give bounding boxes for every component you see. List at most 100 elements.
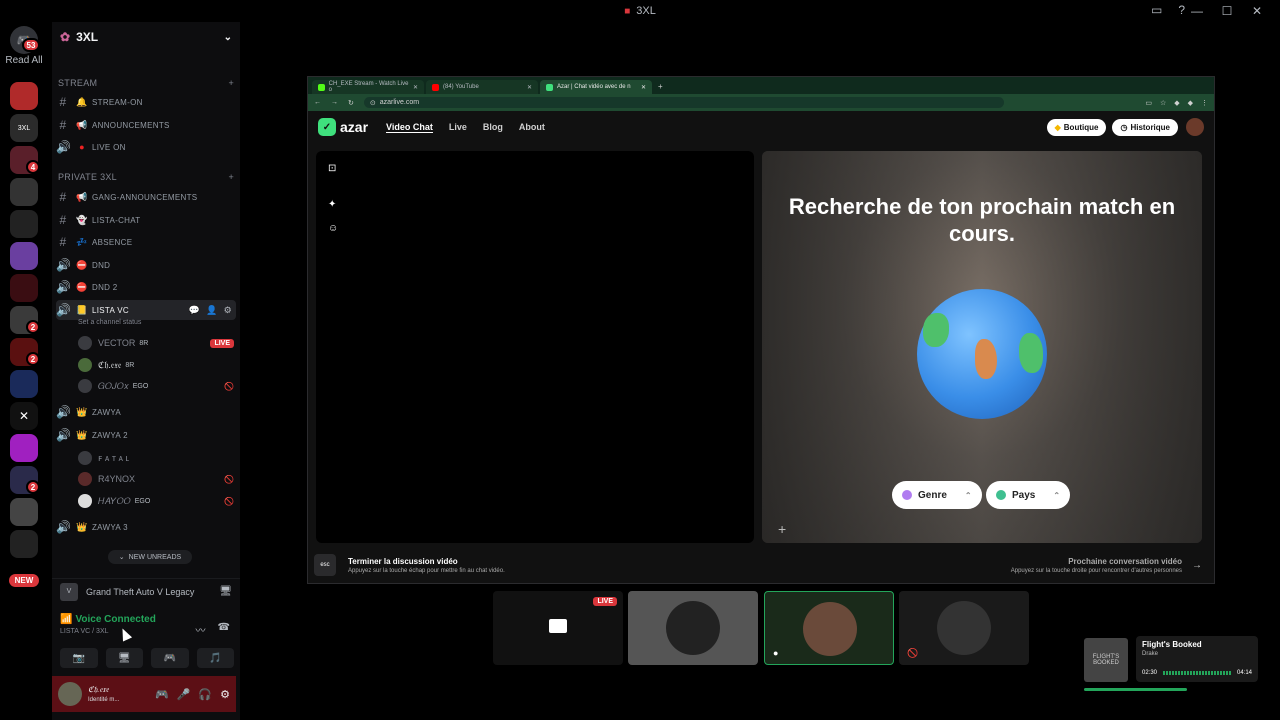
profile-avatar[interactable] (1186, 118, 1204, 136)
star-icon[interactable]: ☆ (1160, 99, 1166, 107)
server-icon[interactable] (10, 242, 38, 270)
server-icon[interactable] (10, 178, 38, 206)
server-icon[interactable] (10, 498, 38, 526)
nav-video-chat[interactable]: Video Chat (386, 122, 433, 133)
forward-icon[interactable]: → (331, 99, 338, 106)
avatar[interactable] (58, 682, 82, 706)
nav-blog[interactable]: Blog (483, 122, 503, 132)
add-icon[interactable]: + (778, 521, 786, 537)
close-icon[interactable]: ✕ (413, 84, 418, 91)
activity-icon[interactable]: 🎮 (151, 648, 189, 668)
historique-button[interactable]: ◷ Historique (1112, 118, 1178, 136)
server-icon[interactable]: ✕ (10, 402, 38, 430)
settings-gear-icon[interactable]: ⚙ (220, 688, 230, 701)
voice-user[interactable]: 𝐻𝐴𝑌𝑂𝑂 EGO 🚫 (78, 492, 234, 510)
close-icon[interactable]: ✕ (641, 84, 646, 91)
esc-key[interactable]: esc (314, 554, 336, 576)
channel-dnd[interactable]: 🔊 ⛔ DND (56, 255, 236, 275)
channel-announcements[interactable]: # 📢 ANNOUNCEMENTS (56, 115, 236, 135)
server-3xl[interactable]: 3XL (10, 114, 38, 142)
chat-icon[interactable]: 💬 (189, 305, 201, 316)
cast-icon[interactable]: ▭ (1145, 99, 1152, 107)
participant-tile[interactable] (628, 591, 758, 665)
mic-icon[interactable]: 🎤 (177, 688, 191, 701)
browser-tab-active[interactable]: Azar | Chat vidéo avec de n ✕ (540, 80, 652, 94)
channel-zawya[interactable]: 🔊 👑 ZAWYA (56, 402, 236, 422)
close-icon[interactable]: ✕ (527, 84, 532, 91)
channel-gang-announcements[interactable]: # 📢 GANG-ANNOUNCEMENTS (56, 187, 236, 207)
headphones-icon[interactable]: 🎧 (198, 688, 212, 701)
genre-dropdown[interactable]: Genre ⌃ (892, 481, 982, 509)
nav-live[interactable]: Live (449, 122, 467, 132)
participant-tile-speaking[interactable]: ● (764, 591, 894, 665)
new-unreads-button[interactable]: ⌄ NEW UNREADS (108, 550, 192, 564)
back-icon[interactable]: ← (314, 99, 321, 106)
server-icon[interactable] (10, 210, 38, 238)
voice-user[interactable]: 𝐺𝑂𝐽𝑂𝑥 EGO 🚫 (78, 377, 234, 395)
voice-user[interactable]: ꜰ ᴀ ᴛ ᴀ ʟ (78, 449, 234, 467)
browser-tab[interactable]: CH_EXE Stream - Watch Live o ✕ (312, 80, 424, 94)
game-name: Grand Theft Auto V Legacy (86, 586, 195, 597)
next-arrow-icon[interactable]: → (1192, 560, 1202, 571)
extension-icon[interactable]: ◆ (1188, 99, 1193, 107)
channel-lista-chat[interactable]: # 👻 LISTA-CHAT (56, 210, 236, 230)
hash-icon: # (59, 95, 67, 109)
nav-about[interactable]: About (519, 122, 545, 132)
new-pill[interactable]: NEW (9, 574, 39, 587)
server-icon[interactable] (10, 274, 38, 302)
pays-dropdown[interactable]: Pays ⌃ (986, 481, 1071, 509)
channel-stream-on[interactable]: # 🔔 STREAM-ON (56, 92, 236, 112)
stream-game-icon[interactable]: 🖥 (219, 586, 232, 597)
channel-live-on[interactable]: 🔊 ● LIVE ON (56, 137, 236, 157)
inbox-icon[interactable]: ▭ (1151, 3, 1162, 17)
menu-icon[interactable]: ⋮ (1201, 99, 1208, 107)
boutique-button[interactable]: ◆ Boutique (1046, 118, 1107, 136)
server-icon[interactable] (10, 530, 38, 558)
voice-user[interactable]: VECTOR 8R LIVE (78, 334, 234, 352)
channel-status[interactable]: Set a channel status (78, 319, 141, 326)
participant-tile[interactable]: 🚫 (899, 591, 1029, 665)
game-controller-icon[interactable]: 🎮 (155, 688, 169, 701)
add-channel-icon[interactable]: + (228, 172, 234, 182)
reload-icon[interactable]: ↻ (348, 99, 354, 107)
filter-icon[interactable]: ⊡ (328, 163, 336, 174)
channel-absence[interactable]: # 💤 ABSENCE (56, 232, 236, 252)
channel-zawya3[interactable]: 🔊 👑 ZAWYA 3 (56, 517, 236, 537)
category-private[interactable]: PRIVATE 3XL + (58, 172, 234, 182)
game-icon: V (60, 582, 78, 601)
disconnect-icon[interactable]: ☎ (218, 622, 230, 637)
noise-suppression-icon[interactable]: 〰 (196, 622, 206, 637)
minimize-button[interactable]: — (1182, 2, 1212, 20)
participant-tile-stream[interactable]: LIVE (493, 591, 623, 665)
channel-zawya2[interactable]: 🔊 👑 ZAWYA 2 (56, 425, 236, 445)
server-icon[interactable] (10, 82, 38, 110)
channel-dnd2[interactable]: 🔊 ⛔ DND 2 (56, 277, 236, 297)
gear-icon[interactable]: ⚙ (224, 305, 232, 316)
activity-bar[interactable]: V Grand Theft Auto V Legacy 🖥 (52, 578, 240, 604)
url-field[interactable]: ⊙ azarlive.com (363, 97, 1004, 108)
song-title: Flight's Booked (1142, 640, 1202, 649)
server-icon[interactable] (10, 370, 38, 398)
soundboard-icon[interactable]: 🎵 (196, 648, 234, 668)
close-button[interactable]: ✕ (1242, 2, 1272, 20)
extension-icon[interactable]: ◆ (1174, 99, 1179, 107)
channel-lista-vc[interactable]: 🔊 📒 LISTA VC 💬 👤 ⚙ (56, 300, 236, 320)
voice-user[interactable]: ℭ𝔥.𝔢𝔵𝔢 8R (78, 356, 234, 374)
track-times: 02:30 04:14 (1142, 670, 1252, 676)
sticker-icon[interactable]: ☺ (328, 223, 338, 234)
screen-share-icon[interactable]: 🖥 (105, 648, 143, 668)
sparkle-icon[interactable]: ✦ (328, 199, 336, 210)
browser-tab[interactable]: (84) YouTube ✕ (426, 80, 538, 94)
server-icon[interactable] (10, 434, 38, 462)
new-tab-icon[interactable]: + (658, 82, 663, 91)
add-user-icon[interactable]: 👤 (206, 305, 218, 316)
azar-logo[interactable]: ✓ azar (318, 118, 368, 136)
maximize-button[interactable]: ☐ (1212, 2, 1242, 20)
category-stream[interactable]: STREAM + (58, 78, 234, 88)
url-text: azarlive.com (379, 99, 420, 106)
camera-off-icon[interactable]: 📷 (60, 648, 98, 668)
read-all-button[interactable]: Read All (2, 55, 46, 66)
guild-header[interactable]: ✿ 3XL ⌄ (52, 22, 240, 52)
add-channel-icon[interactable]: + (228, 78, 234, 88)
voice-user[interactable]: R4YNOX 🚫 (78, 470, 234, 488)
